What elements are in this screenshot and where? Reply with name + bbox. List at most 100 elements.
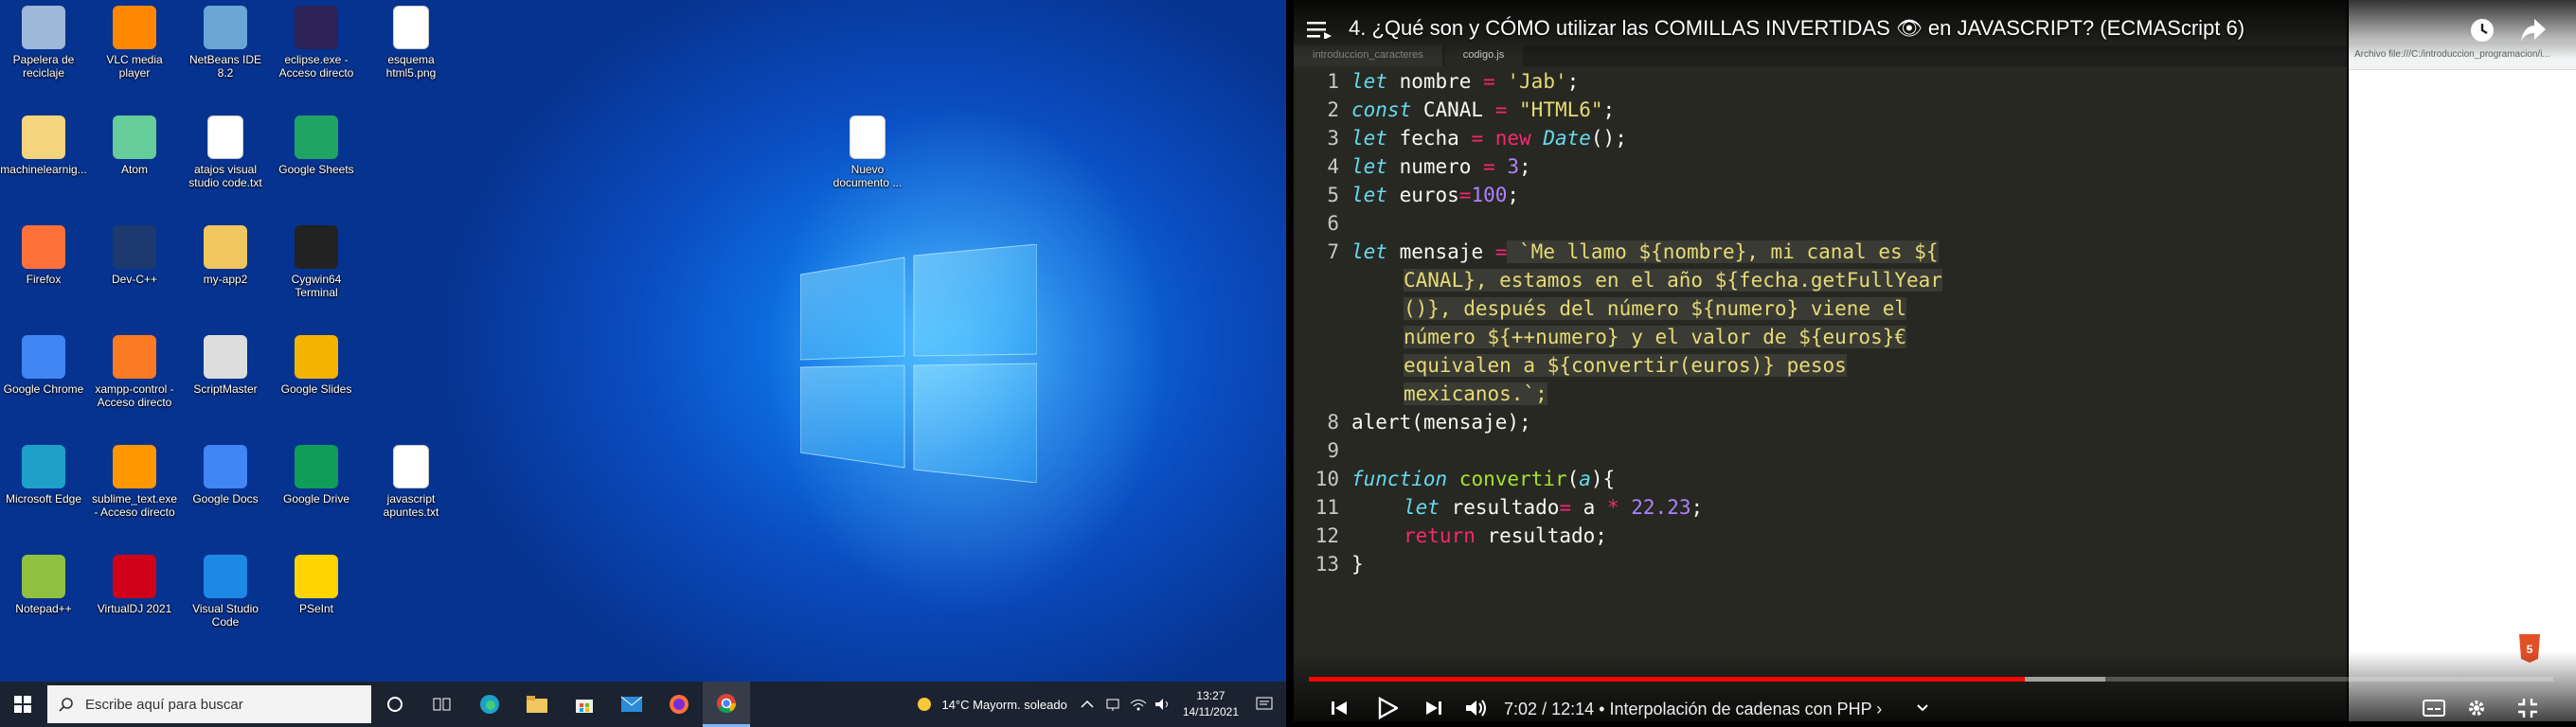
taskbar-chrome[interactable]	[703, 682, 750, 727]
scriptmaster-icon	[204, 335, 247, 379]
desktop-icon[interactable]: Google Sheets	[271, 110, 362, 214]
desktop-icon-label: Atom	[120, 163, 148, 176]
notifications-icon[interactable]	[1248, 695, 1280, 714]
subtitles-icon	[2423, 700, 2445, 717]
skip-next-icon	[1426, 701, 1441, 715]
code-token: =	[1483, 155, 1495, 178]
desktop-icon[interactable]: Notepad++	[0, 549, 89, 653]
desktop-icon[interactable]: Cygwin64 Terminal	[271, 220, 362, 324]
desktop-icon[interactable]: eclipse.exe - Acceso directo	[271, 0, 362, 104]
desktop-icon[interactable]: xampp-control - Acceso directo	[89, 329, 180, 434]
desktop-icon[interactable]: Atom	[89, 110, 180, 214]
taskbar-firefox[interactable]	[655, 682, 703, 727]
desktop-icon[interactable]: Google Docs	[180, 439, 271, 543]
xampp-icon	[113, 335, 156, 379]
desktop-icon[interactable]: Google Slides	[271, 329, 362, 434]
chrome-icon	[717, 693, 737, 713]
next-button[interactable]	[1424, 691, 1443, 725]
progress-bar[interactable]	[1309, 677, 2553, 682]
weather-widget[interactable]: 14°C Mayorm. soleado	[905, 695, 1076, 714]
task-view-button[interactable]	[419, 682, 466, 727]
desktop-icon[interactable]: javascript apuntes.txt	[366, 439, 456, 543]
desktop-icon[interactable]: ScriptMaster	[180, 329, 271, 434]
code-text: CANAL}, estamos en el año ${fecha.getFul…	[1404, 269, 1942, 292]
chapter-dropdown[interactable]	[1915, 691, 1930, 725]
desktop-icon[interactable]: sublime_text.exe - Acceso directo	[89, 439, 180, 543]
desktop-icon[interactable]: Dev-C++	[89, 220, 180, 324]
desktop-icon-label: Nuevo documento ...	[832, 163, 903, 189]
desktop-icon[interactable]: Visual Studio Code	[180, 549, 271, 653]
subtitles-button[interactable]	[2423, 691, 2445, 725]
taskbar-clock[interactable]: 13:27 14/11/2021	[1173, 688, 1248, 720]
sublime-editor-frame: introduccion_caracteres codigo.js 1let n…	[1294, 0, 2347, 721]
desktop-icon-label: Google Chrome	[3, 382, 84, 396]
taskbar-search-box[interactable]: Escribe aquí para buscar	[47, 685, 371, 723]
desktop-icon-label: Notepad++	[15, 602, 72, 615]
desktop-icon[interactable]: Nuevo documento ...	[822, 110, 913, 214]
code-token: resultado;	[1475, 524, 1607, 547]
code-token: =	[1494, 98, 1508, 121]
taskbar: Escribe aquí para buscar 14°C Mayorm. so…	[0, 682, 1286, 727]
sublime-icon	[113, 445, 156, 488]
windows-start-icon	[14, 696, 31, 713]
notepadpp-icon	[22, 555, 65, 598]
code-token: ()}, después del número ${numero} viene …	[1404, 297, 1907, 320]
code-token: mexicanos.`;	[1404, 382, 1547, 405]
code-text: mexicanos.`;	[1404, 382, 1547, 405]
desktop-icon[interactable]: Papelera de reciclaje	[0, 0, 89, 104]
desktop-icon[interactable]: PSeInt	[271, 549, 362, 653]
desktop-icon[interactable]: VirtualDJ 2021	[89, 549, 180, 653]
play-button[interactable]	[1377, 691, 1398, 725]
desktop-icon[interactable]: Google Drive	[271, 439, 362, 543]
desktop-icon-label: machinelearnig...	[0, 163, 87, 176]
code-token: let	[1351, 70, 1387, 93]
chevron-up-icon[interactable]	[1077, 697, 1098, 712]
code-text: let resultado= a * 22.23;	[1404, 496, 1703, 519]
desktop-icon[interactable]: Google Chrome	[0, 329, 89, 434]
google-docs-icon	[204, 445, 247, 488]
start-button[interactable]	[0, 682, 45, 727]
code-token: ){	[1590, 468, 1616, 490]
code-text: let numero = 3;	[1351, 155, 1531, 178]
desktop-icon-label: esquema html5.png	[385, 53, 437, 80]
line-number: 2	[1327, 98, 1339, 121]
code-token: ();	[1590, 127, 1627, 150]
desktop-icon-label: VLC media player	[106, 53, 163, 80]
taskbar-store[interactable]	[561, 682, 608, 727]
desktop-icon[interactable]: Firefox	[0, 220, 89, 324]
volume-icon[interactable]	[1153, 697, 1173, 712]
mute-button[interactable]	[1464, 691, 1489, 725]
chapter-title[interactable]: • Interpolación de cadenas con PHP ›	[1599, 700, 1882, 718]
network-icon[interactable]	[1103, 697, 1124, 712]
taskbar-mail[interactable]	[608, 682, 655, 727]
wifi-icon[interactable]	[1128, 697, 1149, 712]
desktop-icon[interactable]: VLC media player	[89, 0, 180, 104]
taskbar-file-explorer[interactable]	[513, 682, 561, 727]
desktop-icon[interactable]: esquema html5.png	[366, 0, 456, 104]
share-arrow-icon[interactable]	[2519, 17, 2548, 44]
desktop-icon[interactable]: Microsoft Edge	[0, 439, 89, 543]
playlist-menu-icon[interactable]	[1307, 20, 1332, 39]
code-token: let	[1351, 240, 1387, 263]
store-icon	[576, 700, 593, 713]
taskbar-edge[interactable]	[466, 682, 513, 727]
desktop-icon-label: Visual Studio Code	[192, 602, 259, 629]
desktop-icon[interactable]: my-app2	[180, 220, 271, 324]
code-token: 3	[1494, 155, 1520, 178]
code-token: ;	[1602, 98, 1616, 121]
code-text: equivalen a ${convertir(euros)} pesos	[1404, 354, 1847, 377]
youtube-video-player[interactable]: introduccion_caracteres codigo.js 1let n…	[1286, 0, 2576, 727]
desktop-icon-label: ScriptMaster	[193, 382, 258, 396]
video-title[interactable]: 4. ¿Qué son y CÓMO utilizar las COMILLAS…	[1349, 16, 2245, 41]
desktop-icon-label: Google Drive	[282, 492, 350, 505]
desktop-icon[interactable]: atajos visual studio code.txt	[180, 110, 271, 214]
settings-button[interactable]	[2466, 691, 2487, 725]
code-token: =	[1483, 70, 1495, 93]
cortana-button[interactable]	[371, 682, 419, 727]
watch-later-clock-icon[interactable]	[2468, 16, 2496, 44]
desktop-icon[interactable]: machinelearnig...	[0, 110, 89, 214]
desktop-icon[interactable]: NetBeans IDE 8.2	[180, 0, 271, 104]
fullscreen-exit-button[interactable]	[2517, 691, 2538, 725]
desktop-icon-label: eclipse.exe - Acceso directo	[278, 53, 354, 80]
previous-button[interactable]	[1330, 691, 1349, 725]
